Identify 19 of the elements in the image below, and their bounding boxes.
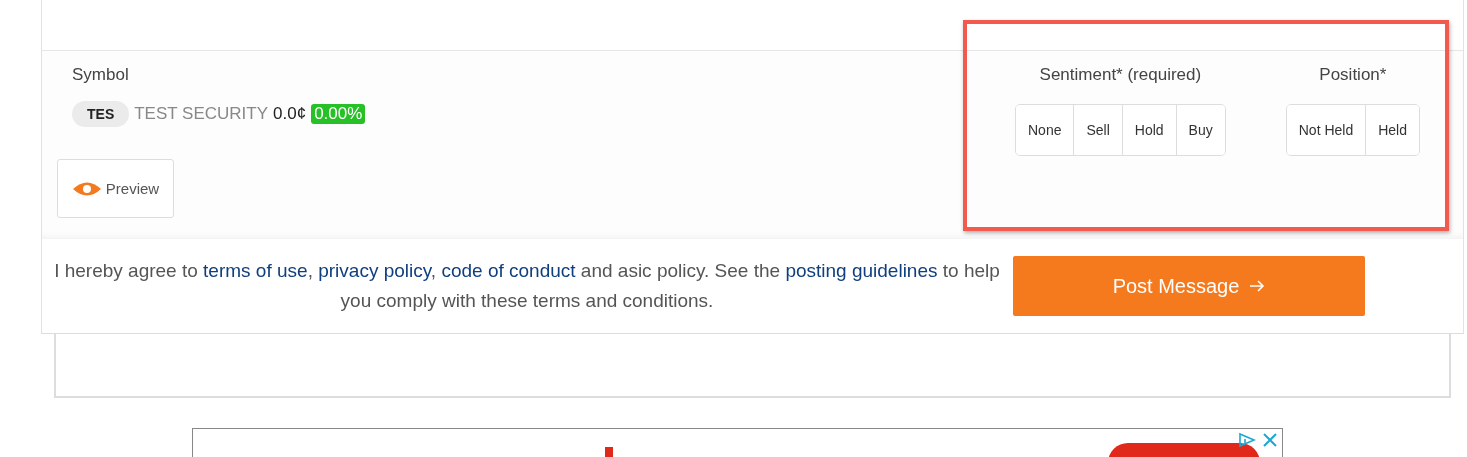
ticker-chip: TES — [72, 101, 130, 127]
field-label: Sentiment* (required) — [1039, 65, 1202, 85]
price: 0.0¢ — [273, 104, 307, 124]
agreement-text: I hereby agree to terms of use, privacy policy, code of conduct and asic policy. See the posting guidelines to help you comply with these terms and conditions. — [53, 259, 1001, 313]
arrow-icon — [1249, 279, 1266, 293]
policy-link[interactable]: terms of use — [203, 260, 308, 281]
preview-button[interactable]: Preview — [57, 159, 174, 218]
ad-choices-icon[interactable] — [1238, 432, 1256, 448]
change-tag: 0.00% — [311, 104, 366, 124]
policy-link[interactable]: posting guidelines — [785, 260, 938, 281]
field-label: Symbol — [72, 65, 130, 85]
close-icon[interactable] — [1262, 432, 1278, 448]
policy-link[interactable]: privacy policy — [318, 260, 431, 281]
policy-link[interactable]: code of conduct — [441, 260, 576, 281]
segment-option[interactable]: Held — [1365, 105, 1419, 155]
ad-graphic — [605, 447, 613, 457]
segment-option[interactable]: Buy — [1175, 105, 1225, 155]
field-label: Position* — [1319, 65, 1387, 85]
security-name: TEST SECURITY — [134, 104, 269, 124]
